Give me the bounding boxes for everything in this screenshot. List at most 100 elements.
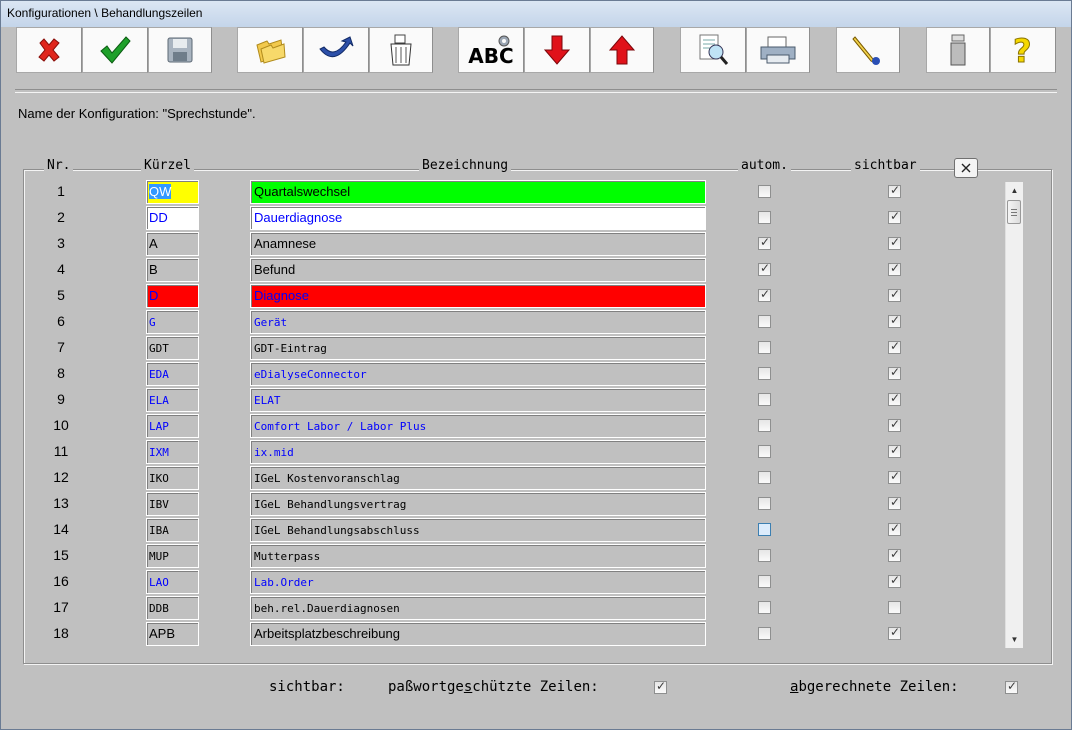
- kuerzel-field[interactable]: QW: [146, 180, 199, 204]
- autom-checkbox[interactable]: [758, 341, 771, 354]
- bezeichnung-field[interactable]: eDialyseConnector: [250, 362, 706, 386]
- autom-checkbox[interactable]: [758, 393, 771, 406]
- bezeichnung-field[interactable]: Gerät: [250, 310, 706, 334]
- scroll-thumb[interactable]: [1007, 200, 1021, 224]
- scroll-down-icon[interactable]: ▼: [1006, 631, 1023, 648]
- row-number: 15: [53, 547, 69, 563]
- bezeichnung-field[interactable]: IGeL Behandlungsvertrag: [250, 492, 706, 516]
- bezeichnung-field[interactable]: Comfort Labor / Labor Plus: [250, 414, 706, 438]
- autom-checkbox[interactable]: [758, 627, 771, 640]
- bezeichnung-field[interactable]: Lab.Order: [250, 570, 706, 594]
- scroll-up-icon[interactable]: ▲: [1006, 182, 1023, 199]
- ok-button[interactable]: [82, 27, 148, 73]
- autom-checkbox[interactable]: [758, 549, 771, 562]
- bezeichnung-field[interactable]: ELAT: [250, 388, 706, 412]
- move-up-button[interactable]: [590, 27, 654, 73]
- autom-checkbox[interactable]: [758, 261, 771, 276]
- move-down-button[interactable]: [524, 27, 590, 73]
- spellcheck-button[interactable]: ABC: [458, 27, 524, 73]
- autom-checkbox[interactable]: [758, 211, 771, 224]
- kuerzel-field[interactable]: D: [146, 284, 199, 308]
- billed-rows-checkbox[interactable]: [1005, 679, 1018, 694]
- bezeichnung-field[interactable]: beh.rel.Dauerdiagnosen: [250, 596, 706, 620]
- sichtbar-checkbox[interactable]: [888, 391, 901, 406]
- bezeichnung-field[interactable]: IGeL Behandlungsabschluss: [250, 518, 706, 542]
- kuerzel-field[interactable]: LAP: [146, 414, 199, 438]
- edit-button[interactable]: [836, 27, 900, 73]
- bezeichnung-field[interactable]: Mutterpass: [250, 544, 706, 568]
- sichtbar-checkbox[interactable]: [888, 339, 901, 354]
- autom-checkbox[interactable]: [758, 419, 771, 432]
- sichtbar-checkbox[interactable]: [888, 365, 901, 380]
- kuerzel-field[interactable]: MUP: [146, 544, 199, 568]
- sichtbar-checkbox[interactable]: [888, 547, 901, 562]
- bezeichnung-field[interactable]: Befund: [250, 258, 706, 282]
- kuerzel-field[interactable]: B: [146, 258, 199, 282]
- autom-checkbox[interactable]: [758, 445, 771, 458]
- bezeichnung-field[interactable]: Anamnese: [250, 232, 706, 256]
- sichtbar-checkbox[interactable]: [888, 235, 901, 250]
- bezeichnung-field[interactable]: IGeL Kostenvoranschlag: [250, 466, 706, 490]
- bezeichnung-field[interactable]: ix.mid: [250, 440, 706, 464]
- kuerzel-field[interactable]: DD: [146, 206, 199, 230]
- kuerzel-field[interactable]: IKO: [146, 466, 199, 490]
- sichtbar-checkbox[interactable]: [888, 521, 901, 536]
- bezeichnung-field[interactable]: GDT-Eintrag: [250, 336, 706, 360]
- kuerzel-field[interactable]: EDA: [146, 362, 199, 386]
- sichtbar-checkbox[interactable]: [888, 443, 901, 458]
- cancel-button[interactable]: [16, 27, 82, 73]
- vertical-scrollbar[interactable]: ▲ ▼: [1005, 182, 1023, 648]
- open-button[interactable]: [237, 27, 303, 73]
- kuerzel-field[interactable]: G: [146, 310, 199, 334]
- sichtbar-checkbox[interactable]: [888, 625, 901, 640]
- kuerzel-field[interactable]: IXM: [146, 440, 199, 464]
- delete-button[interactable]: [369, 27, 433, 73]
- kuerzel-field[interactable]: LAO: [146, 570, 199, 594]
- bezeichnung-field[interactable]: Dauerdiagnose: [250, 206, 706, 230]
- sichtbar-checkbox[interactable]: [888, 313, 901, 328]
- kuerzel-field[interactable]: DDB: [146, 596, 199, 620]
- autom-checkbox[interactable]: [758, 497, 771, 510]
- sichtbar-checkbox[interactable]: [888, 601, 901, 614]
- print-button[interactable]: [746, 27, 810, 73]
- autom-checkbox[interactable]: [758, 367, 771, 380]
- kuerzel-field[interactable]: ELA: [146, 388, 199, 412]
- help-button[interactable]: ?: [990, 27, 1056, 73]
- sichtbar-checkbox[interactable]: [888, 573, 901, 588]
- sichtbar-checkbox[interactable]: [888, 209, 901, 224]
- undo-button[interactable]: [303, 27, 369, 73]
- question-icon: ?: [1013, 33, 1033, 67]
- autom-checkbox[interactable]: [758, 575, 771, 588]
- sichtbar-checkbox[interactable]: [888, 261, 901, 276]
- preview-button[interactable]: [680, 27, 746, 73]
- close-panel-button[interactable]: [954, 158, 978, 178]
- sichtbar-checkbox[interactable]: [888, 417, 901, 432]
- kuerzel-field[interactable]: APB: [146, 622, 199, 646]
- autom-checkbox[interactable]: [758, 235, 771, 250]
- autom-checkbox[interactable]: [758, 185, 771, 198]
- sichtbar-checkbox[interactable]: [888, 287, 901, 302]
- info-button[interactable]: [926, 27, 990, 73]
- kuerzel-field[interactable]: GDT: [146, 336, 199, 360]
- autom-checkbox[interactable]: [758, 471, 771, 484]
- sichtbar-checkbox[interactable]: [888, 469, 901, 484]
- folders-icon: [256, 39, 286, 64]
- sichtbar-checkbox[interactable]: [888, 495, 901, 510]
- sichtbar-checkbox[interactable]: [888, 183, 901, 198]
- autom-checkbox[interactable]: [758, 601, 771, 614]
- table-row: 14 IBA IGeL Behandlungsabschluss: [1, 518, 1001, 542]
- kuerzel-text: GDT: [149, 342, 169, 355]
- autom-checkbox[interactable]: [758, 523, 771, 536]
- kuerzel-field[interactable]: IBV: [146, 492, 199, 516]
- row-number: 18: [53, 625, 69, 641]
- pw-rows-checkbox[interactable]: [654, 679, 667, 694]
- autom-checkbox[interactable]: [758, 287, 771, 302]
- kuerzel-field[interactable]: A: [146, 232, 199, 256]
- bezeichnung-field[interactable]: Arbeitsplatzbeschreibung: [250, 622, 706, 646]
- bezeichnung-field[interactable]: Diagnose: [250, 284, 706, 308]
- kuerzel-field[interactable]: IBA: [146, 518, 199, 542]
- row-number: 7: [57, 339, 65, 355]
- save-button[interactable]: [148, 27, 212, 73]
- autom-checkbox[interactable]: [758, 315, 771, 328]
- bezeichnung-field[interactable]: Quartalswechsel: [250, 180, 706, 204]
